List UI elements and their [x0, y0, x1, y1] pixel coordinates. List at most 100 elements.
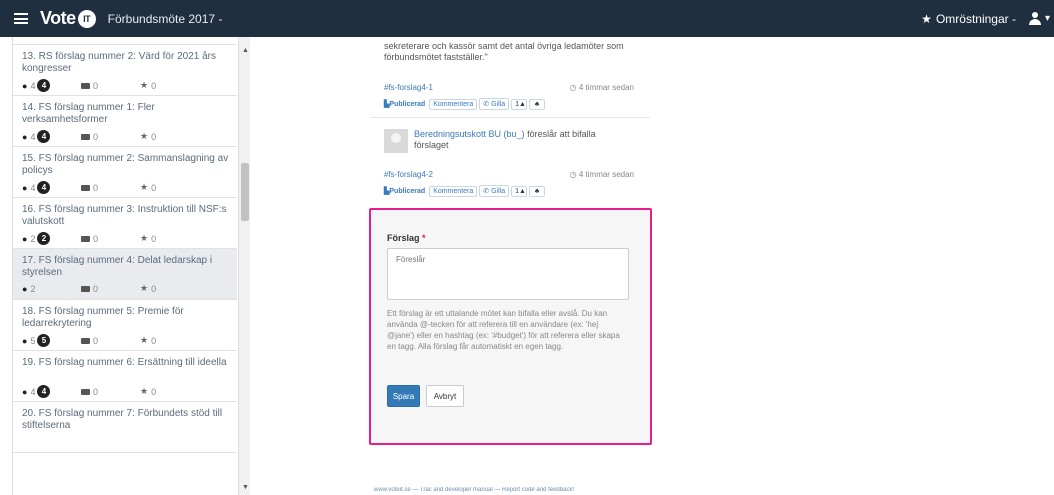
like-button[interactable]: ✆ Gilla [479, 98, 510, 110]
proposal-tag-link[interactable]: #fs-forslag4-2 [384, 170, 433, 179]
published-status[interactable]: ▙ Publicerad [384, 187, 425, 196]
user-icon: ▲ [519, 100, 526, 108]
star-icon: ★ [140, 182, 149, 192]
agenda-item-stats: ● 4 4 0 ★ 0 [22, 385, 229, 398]
proposals-stat: ● 5 5 [22, 334, 81, 347]
discussions-count: 0 [93, 335, 99, 346]
discussions-stat: 0 [81, 387, 140, 397]
unread-badge: 4 [37, 385, 51, 398]
proposals-count: 2 [30, 233, 36, 244]
proposal-time: ◷ 4 timmar sedan [569, 83, 634, 92]
star-icon: ★ [140, 233, 149, 243]
star-icon: ★ [140, 386, 149, 396]
comment-icon [81, 337, 90, 344]
user-icon: ▲ [519, 187, 526, 195]
proposal-meta: #fs-forslag4-1 ◷ 4 timmar sedan [384, 83, 634, 92]
proposals-count: 4 [30, 386, 36, 397]
published-status[interactable]: ▙ Publicerad [384, 100, 425, 109]
agenda-item-stats: ● 4 4 0 ★ 0 [22, 130, 229, 143]
like-button[interactable]: ✆ Gilla [479, 185, 510, 197]
discussions-count: 0 [93, 80, 99, 91]
clock-icon: ◷ [569, 83, 579, 92]
avatar [384, 129, 408, 153]
author-link[interactable]: Beredningsutskott BU (bu_) [414, 129, 525, 139]
unread-badge: 2 [37, 232, 51, 245]
stars-count: 0 [151, 335, 157, 346]
proposals-stat: ● 2 2 [22, 232, 81, 245]
user-icon[interactable] [1028, 11, 1042, 26]
top-navbar: Vote IT Förbundsmöte 2017 - ★ Omröstning… [0, 0, 1054, 37]
discussions-stat: 0 [81, 336, 140, 346]
stars-count: 0 [151, 80, 157, 91]
share-button[interactable]: ♣ [529, 98, 546, 110]
add-proposal-form: Förslag * Ett förslag är ett uttalande m… [369, 208, 652, 445]
proposals-stat: ● 4 4 [22, 385, 81, 398]
stars-stat: ★ 0 [140, 386, 199, 397]
proposal-text: Beredningsutskott BU (bu_) föreslår att … [414, 129, 596, 150]
comment-button[interactable]: Kommentera [429, 185, 478, 197]
meeting-dropdown[interactable]: Förbundsmöte 2017 - [108, 12, 223, 26]
proposals-stat: ● 4 4 [22, 79, 81, 92]
brand-logo[interactable]: Vote IT [40, 8, 96, 29]
polls-dropdown[interactable]: ★ Omröstningar - [921, 12, 1016, 26]
discussions-count: 0 [93, 386, 99, 397]
proposal-actions: ▙ Publicerad Kommentera ✆ Gilla 1▲ ♣ [384, 185, 547, 197]
required-marker: * [422, 233, 426, 243]
stars-count: 0 [151, 182, 157, 193]
proposals-count: 4 [30, 131, 36, 142]
agenda-item[interactable]: 14. FS förslag nummer 1: Fler verksamhet… [13, 96, 237, 147]
agenda-item[interactable]: 13. RS förslag nummer 2: Värd för 2021 å… [13, 45, 237, 96]
cancel-button[interactable]: Avbryt [426, 385, 464, 407]
stars-stat: ★ 0 [140, 182, 199, 193]
unread-badge: 4 [37, 79, 51, 92]
supporters-button[interactable]: 1▲ [511, 98, 528, 110]
proposal-author-row: Beredningsutskott BU (bu_) föreslår att … [384, 129, 614, 153]
proposal-textarea[interactable] [387, 248, 629, 300]
stars-stat: ★ 0 [140, 131, 199, 142]
proposal-icon: ● [22, 386, 28, 397]
agenda-item-title: 15. FS förslag nummer 2: Sammanslagning … [22, 153, 229, 176]
sidebar-scrollbar[interactable]: ▲ ▼ [238, 37, 250, 495]
brand-text: Vote [40, 8, 76, 28]
discussions-stat: 0 [81, 183, 140, 193]
stars-stat: ★ 0 [140, 283, 199, 294]
stars-stat: ★ 0 [140, 335, 199, 346]
agenda-item[interactable]: 16. FS förslag nummer 3: Instruktion til… [13, 198, 237, 249]
agenda-item-title: 13. RS förslag nummer 2: Värd för 2021 å… [22, 51, 216, 74]
scrollbar-thumb[interactable] [241, 163, 249, 221]
proposal-tag-link[interactable]: #fs-forslag4-1 [384, 83, 433, 92]
comment-icon [81, 235, 90, 242]
comment-icon [81, 388, 90, 395]
share-button[interactable]: ♣ [529, 185, 546, 197]
agenda-item[interactable]: 15. FS förslag nummer 2: Sammanslagning … [13, 147, 237, 198]
proposal-icon: ● [22, 182, 28, 193]
star-icon: ★ [140, 131, 149, 141]
star-icon: ★ [140, 80, 149, 90]
star-icon: ★ [140, 283, 149, 293]
agenda-item-title: 14. FS förslag nummer 1: Fler verksamhet… [22, 102, 155, 125]
chevron-down-icon[interactable]: ▾ [1045, 13, 1050, 24]
comment-button[interactable]: Kommentera [429, 98, 478, 110]
agenda-item[interactable]: 20. FS förslag nummer 7: Förbundets stöd… [13, 402, 237, 453]
proposal-help-text: Ett förslag är ett uttalande mötet kan b… [387, 309, 620, 351]
discussions-stat: 0 [81, 81, 140, 91]
discussions-stat: 0 [81, 132, 140, 142]
scroll-down-icon[interactable]: ▼ [242, 484, 249, 491]
agenda-item[interactable]: 17. FS förslag nummer 4: Delat ledarskap… [13, 249, 237, 300]
proposal-icon: ● [22, 80, 28, 91]
hamburger-menu-icon[interactable] [14, 13, 28, 24]
stars-stat: ★ 0 [140, 233, 199, 244]
agenda-item[interactable]: 19. FS förslag nummer 6: Ersättning till… [13, 351, 237, 402]
save-button[interactable]: Spara [387, 385, 420, 407]
unread-badge: 5 [37, 334, 51, 347]
agenda-item[interactable] [13, 37, 237, 45]
discussions-stat: 0 [81, 284, 140, 294]
polls-label: Omröstningar - [935, 11, 1016, 26]
footer-links[interactable]: www.voteit.se — Trac and developer manua… [374, 487, 644, 493]
supporters-button[interactable]: 1▲ [511, 185, 528, 197]
stars-count: 0 [151, 131, 157, 142]
proposals-count: 4 [30, 182, 36, 193]
agenda-item-title: 19. FS förslag nummer 6: Ersättning till… [22, 357, 227, 368]
agenda-item[interactable]: 18. FS förslag nummer 5: Premie för leda… [13, 300, 237, 351]
scroll-up-icon[interactable]: ▲ [242, 47, 249, 54]
